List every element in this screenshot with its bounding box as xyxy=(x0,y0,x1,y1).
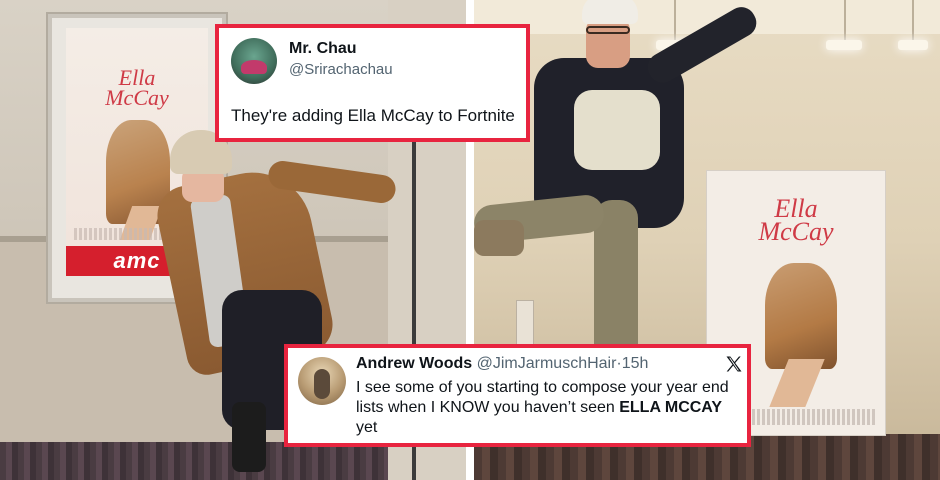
person-cap xyxy=(582,0,638,24)
avatar[interactable] xyxy=(231,38,277,84)
avatar[interactable] xyxy=(298,357,346,405)
poster-title: Ella McCay xyxy=(66,67,208,110)
light-cord xyxy=(844,0,846,42)
light-cord xyxy=(912,0,914,42)
ceiling-light xyxy=(898,40,928,50)
author-name[interactable]: Andrew Woods xyxy=(356,355,472,372)
poster-figure xyxy=(765,263,837,369)
light-cord xyxy=(674,0,676,42)
meme-collage: Ella McCay amc Ella McCay Mr. Chau @Srir… xyxy=(0,0,940,480)
ceiling-light xyxy=(826,40,862,50)
tweet-text-part: yet xyxy=(356,419,378,436)
avatar-image xyxy=(314,369,330,399)
author-handle[interactable]: @JimJarmuschHair xyxy=(477,355,617,372)
person-vest xyxy=(574,90,660,170)
tweet-card-bottom[interactable]: Andrew Woods @JimJarmuschHair·15h I see … xyxy=(284,344,751,447)
tweet-card-top[interactable]: Mr. Chau @Srirachachau They're adding El… xyxy=(215,24,530,142)
x-logo-icon xyxy=(726,356,742,372)
person-boot xyxy=(232,402,266,472)
person-shoe xyxy=(474,220,524,256)
poster-title-line2: McCay xyxy=(758,217,834,247)
tweet-text: I see some of you starting to compose yo… xyxy=(356,378,736,438)
author-handle[interactable]: @Srirachachau xyxy=(289,61,393,78)
person-glasses xyxy=(586,26,630,34)
amc-logo: amc xyxy=(113,248,161,273)
poster-title: Ella McCay xyxy=(707,195,885,247)
poster-title-line2: McCay xyxy=(105,84,169,110)
avatar-image xyxy=(241,60,267,74)
tweet-header: Andrew Woods @JimJarmuschHair·15h xyxy=(356,355,648,373)
timestamp[interactable]: 15h xyxy=(622,355,649,372)
author-name[interactable]: Mr. Chau xyxy=(289,40,357,58)
tweet-text: They're adding Ella McCay to Fortnite xyxy=(231,106,515,125)
tweet-text-bold: ELLA MCCAY xyxy=(619,399,723,416)
